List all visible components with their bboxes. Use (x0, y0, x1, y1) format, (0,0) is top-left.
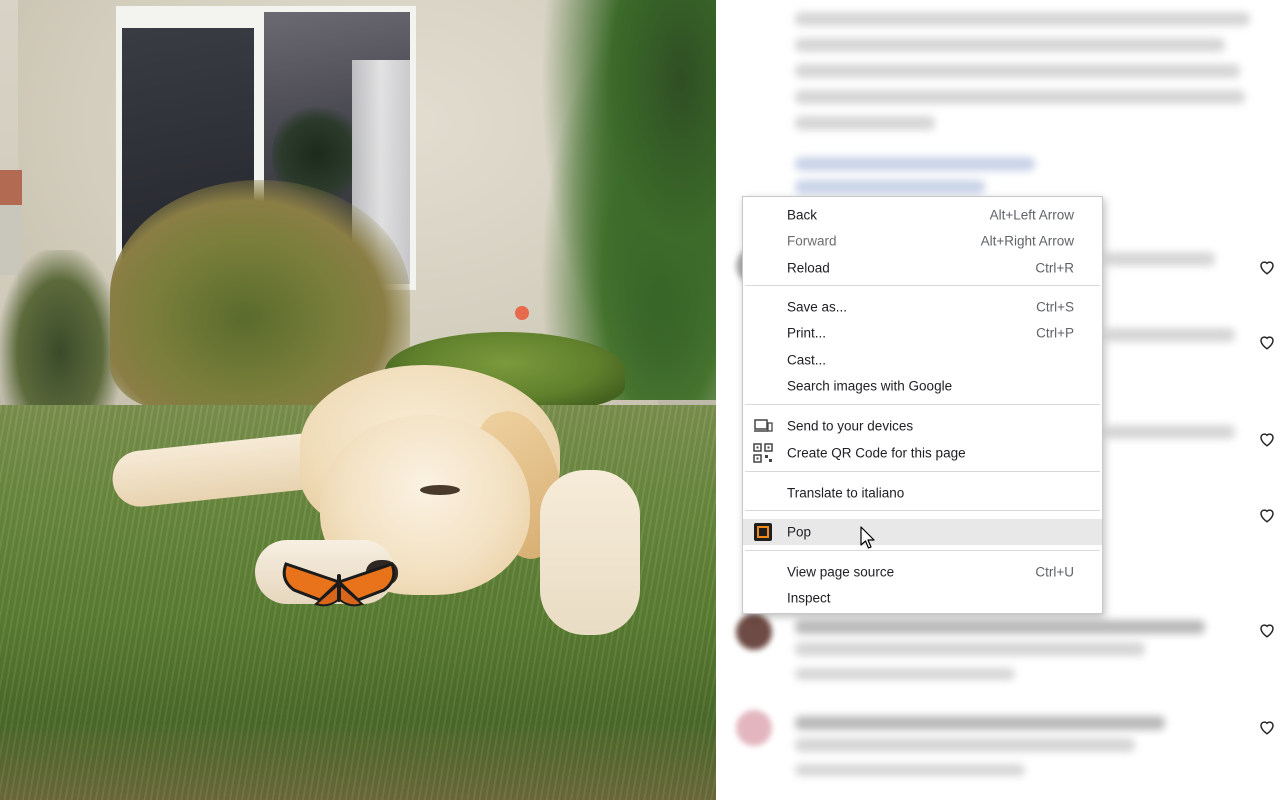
roof-edge (0, 170, 22, 210)
like-heart-icon[interactable] (1258, 718, 1276, 736)
context-menu: Back Alt+Left Arrow Forward Alt+Right Ar… (742, 196, 1103, 614)
caption-line (795, 38, 1225, 52)
menu-item-back[interactable]: Back Alt+Left Arrow (743, 202, 1102, 228)
comment-meta (795, 668, 1015, 680)
comment-avatar (736, 710, 772, 746)
caption-line (795, 116, 935, 130)
menu-item-shortcut: Alt+Right Arrow (980, 233, 1074, 249)
menu-item-save-as[interactable]: Save as... Ctrl+S (743, 294, 1102, 320)
like-heart-icon[interactable] (1258, 333, 1276, 351)
menu-item-view-source[interactable]: View page source Ctrl+U (743, 559, 1102, 585)
comment-text (795, 620, 1205, 634)
comment-text (795, 738, 1135, 752)
devices-icon (754, 419, 773, 432)
menu-item-search-images[interactable]: Search images with Google (743, 373, 1102, 399)
menu-item-shortcut: Alt+Left Arrow (989, 207, 1074, 223)
menu-item-label: Reload (787, 260, 830, 276)
menu-item-send-to-devices[interactable]: Send to your devices (743, 413, 1102, 439)
comment-text (795, 716, 1165, 730)
like-heart-icon[interactable] (1258, 621, 1276, 639)
caption-line (795, 12, 1250, 26)
menu-item-label: Translate to italiano (787, 485, 905, 501)
menu-item-cast[interactable]: Cast... (743, 347, 1102, 373)
menu-item-label: Send to your devices (787, 418, 914, 434)
caption-line (795, 64, 1240, 78)
menu-separator (745, 404, 1100, 405)
caption-line (795, 90, 1245, 104)
menu-item-shortcut: Ctrl+U (1035, 564, 1074, 580)
puppy-right-paw (540, 470, 640, 635)
like-heart-icon[interactable] (1258, 258, 1276, 276)
menu-item-label: Pop (787, 524, 812, 540)
menu-item-label: Back (787, 207, 818, 223)
qr-code-icon (753, 443, 773, 463)
menu-item-pop[interactable]: Pop (743, 519, 1102, 545)
menu-item-label: View page source (787, 564, 895, 580)
pop-extension-icon (754, 523, 772, 541)
menu-item-label: Save as... (787, 299, 848, 315)
menu-separator (745, 550, 1100, 551)
menu-item-print[interactable]: Print... Ctrl+P (743, 320, 1102, 346)
menu-item-create-qr[interactable]: Create QR Code for this page (743, 440, 1102, 466)
red-flower (515, 306, 529, 320)
menu-item-label: Forward (787, 233, 837, 249)
monarch-butterfly (282, 562, 396, 607)
menu-separator (745, 471, 1100, 472)
like-heart-icon[interactable] (1258, 506, 1276, 524)
comment-text (1105, 425, 1235, 439)
caption-link (795, 157, 1035, 171)
menu-item-shortcut: Ctrl+S (1036, 299, 1074, 315)
menu-item-label: Inspect (787, 590, 831, 606)
menu-item-shortcut: Ctrl+P (1036, 325, 1074, 341)
menu-separator (745, 510, 1100, 511)
menu-separator (745, 285, 1100, 286)
like-heart-icon[interactable] (1258, 430, 1276, 448)
puppy-eye (420, 485, 460, 495)
menu-item-label: Create QR Code for this page (787, 445, 966, 461)
comment-text (1105, 252, 1215, 266)
comment-meta (795, 764, 1025, 776)
comment-avatar (736, 614, 772, 650)
menu-item-label: Cast... (787, 352, 827, 368)
menu-item-inspect[interactable]: Inspect (743, 585, 1102, 611)
comment-text (795, 642, 1145, 656)
shrub-left (0, 250, 120, 420)
comment-text (1105, 328, 1235, 342)
menu-item-reload[interactable]: Reload Ctrl+R (743, 255, 1102, 281)
menu-item-forward[interactable]: Forward Alt+Right Arrow (743, 228, 1102, 254)
menu-item-shortcut: Ctrl+R (1035, 260, 1074, 276)
mouse-pointer-icon (860, 526, 875, 549)
menu-item-label: Print... (787, 325, 827, 341)
menu-item-translate[interactable]: Translate to italiano (743, 480, 1102, 506)
caption-link (795, 180, 985, 194)
post-photo[interactable] (0, 0, 716, 800)
menu-item-label: Search images with Google (787, 378, 953, 394)
